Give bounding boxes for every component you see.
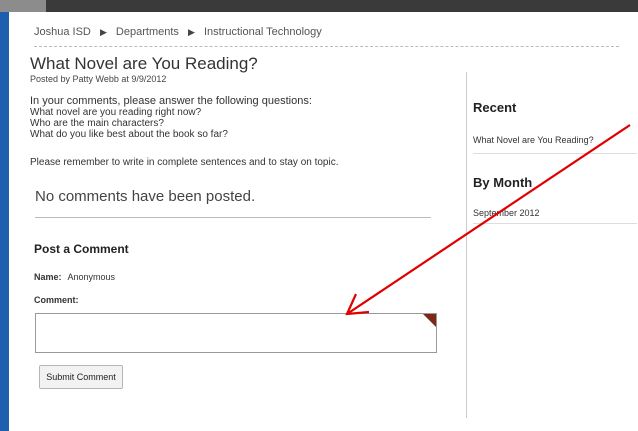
month-item[interactable]: September 2012 <box>473 208 540 218</box>
name-row: Name: Anonymous <box>34 272 115 282</box>
top-bar-accent <box>0 0 46 12</box>
recent-heading: Recent <box>473 100 517 115</box>
by-month-heading: By Month <box>473 175 533 190</box>
submit-comment-button[interactable]: Submit Comment <box>39 365 123 389</box>
breadcrumb-separator-icon: ▶ <box>99 27 107 37</box>
left-accent-bar <box>0 12 9 431</box>
post-intro: In your comments, please answer the foll… <box>30 95 312 107</box>
page-content: Joshua ISD ▶ Departments ▶ Instructional… <box>9 12 638 431</box>
comment-textarea[interactable] <box>35 313 437 353</box>
post-byline: Posted by Patty Webb at 9/9/2012 <box>30 74 167 84</box>
sidebar-divider <box>466 72 467 418</box>
no-comments-message: No comments have been posted. <box>35 188 256 205</box>
post-title: What Novel are You Reading? <box>30 54 258 73</box>
breadcrumb-separator-icon: ▶ <box>187 27 195 37</box>
comment-label: Comment: <box>34 295 79 305</box>
breadcrumb-item-departments[interactable]: Departments <box>116 26 179 38</box>
post-question: What novel are you reading right now? <box>30 107 202 118</box>
recent-item[interactable]: What Novel are You Reading? <box>473 135 594 145</box>
recent-divider <box>473 153 637 154</box>
top-bar <box>0 0 638 12</box>
month-divider <box>473 223 637 224</box>
breadcrumb-item-joshua-isd[interactable]: Joshua ISD <box>34 26 91 38</box>
breadcrumb: Joshua ISD ▶ Departments ▶ Instructional… <box>34 26 322 38</box>
name-label: Name: <box>34 272 62 282</box>
comments-divider <box>35 217 431 218</box>
post-comment-heading: Post a Comment <box>34 242 129 256</box>
post-reminder: Please remember to write in complete sen… <box>30 157 339 168</box>
breadcrumb-item-instructional-technology[interactable]: Instructional Technology <box>204 26 322 38</box>
post-body: In your comments, please answer the foll… <box>30 95 312 141</box>
comment-resize-marker <box>423 314 436 327</box>
post-question: Who are the main characters? <box>30 118 164 129</box>
post-question: What do you like best about the book so … <box>30 129 228 140</box>
breadcrumb-divider <box>34 46 619 47</box>
name-value: Anonymous <box>67 272 116 282</box>
